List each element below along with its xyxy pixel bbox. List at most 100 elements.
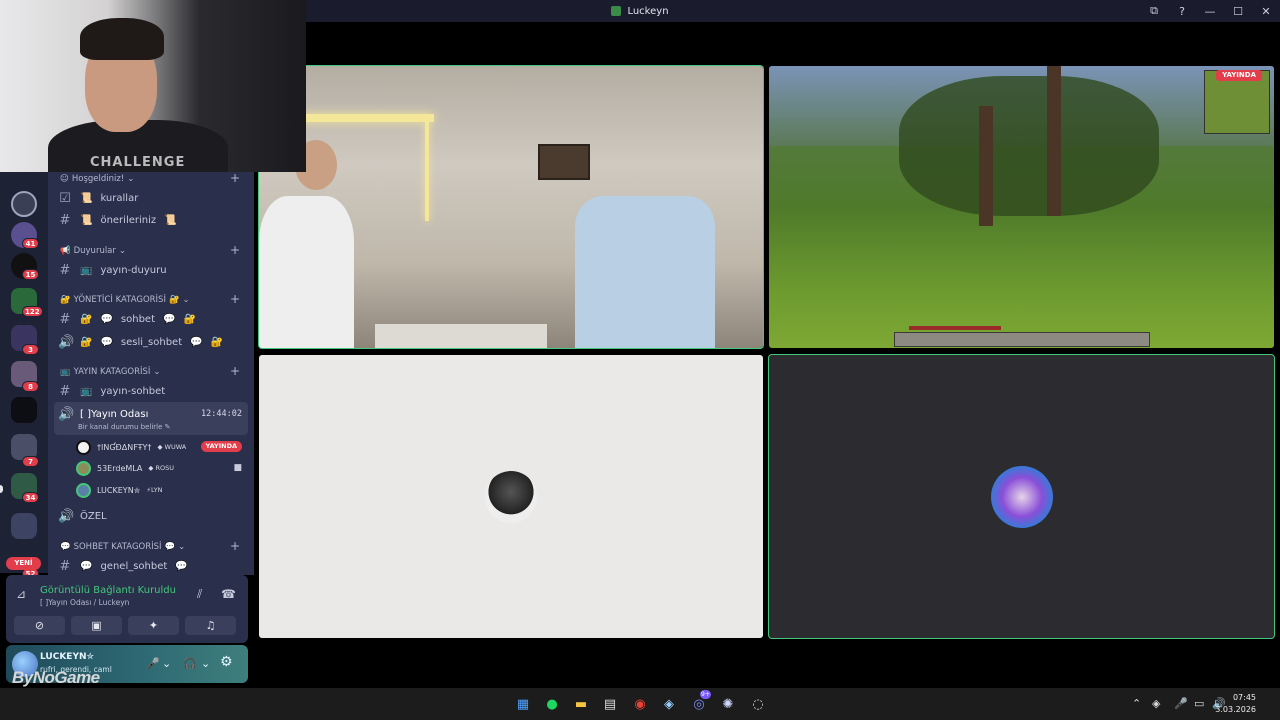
camera-off-button[interactable]: ⊘ [14, 616, 65, 635]
server-icon[interactable] [11, 397, 37, 423]
activities-button[interactable]: ✦ [128, 616, 179, 635]
category-duyurular[interactable]: 📢 Duyurular ⌄ [60, 246, 126, 256]
video-tile[interactable] [259, 355, 763, 638]
signal-icon[interactable]: ⊿ [16, 587, 26, 601]
category-sohbet[interactable]: 💬 SOHBET KATAGORİSİ 💬 ⌄ [60, 542, 185, 552]
video-tile[interactable] [258, 65, 764, 349]
unread-indicator [0, 485, 3, 493]
maximize-button[interactable]: ☐ [1224, 0, 1252, 22]
scroll-emoji-icon: 📜 [80, 192, 93, 204]
channel-yayin-duyuru[interactable]: # 📺 yayın-duyuru [58, 260, 167, 280]
chevron-up-icon[interactable]: ⌃ [1132, 697, 1141, 710]
chevron-down-icon: ⌄ [127, 174, 135, 184]
clock[interactable]: 07:45 3.03.2026 [1215, 692, 1256, 716]
spotify-icon[interactable]: ● [542, 694, 562, 714]
server-badge: 15 [22, 269, 39, 280]
lock-emoji-icon: 🔐 [80, 336, 93, 348]
app-icon[interactable]: ◌ [748, 694, 768, 714]
voice-status-subtitle[interactable]: [ ]Yayın Odası / Luckeyn [40, 598, 129, 607]
gear-icon[interactable]: ⚙ [220, 654, 233, 670]
folder-icon[interactable]: ▬ [571, 694, 591, 714]
minimize-button[interactable]: — [1196, 0, 1224, 22]
user-name[interactable]: LUCKEYN✮ [40, 652, 94, 662]
noise-suppression-icon[interactable]: ⫽ [197, 587, 202, 602]
server-badge: 122 [22, 306, 43, 317]
category-welcome[interactable]: ☺ Hoşgeldiniz! ⌄ [60, 174, 134, 184]
chevron-down-icon[interactable]: ⌄ [201, 657, 210, 670]
server-folder-icon[interactable] [11, 513, 37, 539]
server-icon[interactable] [11, 191, 37, 217]
avatar [76, 482, 91, 498]
category-yayin[interactable]: 📺 YAYIN KATAGORİSİ ⌄ [60, 367, 161, 377]
member-name: 53ErdeMLA [97, 463, 143, 473]
category-yonetici[interactable]: 🔐 YÖNETİCİ KATAGORİSİ 🔐 ⌄ [60, 295, 190, 305]
channel-label: sohbet [120, 313, 155, 325]
speech-emoji-icon: 💬 [163, 313, 176, 325]
microphone-icon[interactable]: 🎤 [146, 657, 160, 670]
display-icon[interactable]: ▭ [1194, 697, 1204, 710]
speaker-icon: 🔊 [58, 508, 75, 524]
megaphone-emoji-icon: 📢 [60, 246, 71, 256]
voice-timer: 12:44:02 [201, 409, 242, 419]
chrome-icon[interactable]: ◉ [630, 694, 650, 714]
server-logo-icon [611, 6, 622, 16]
channel-label: önerileriniz [100, 214, 157, 226]
person-figure [259, 196, 354, 348]
voice-member[interactable]: LUCKEYN✮ ⚡LYN [76, 480, 163, 500]
microphone-icon[interactable]: 🎤 [1174, 697, 1188, 710]
steam-tray-icon[interactable]: ◈ [1152, 697, 1160, 710]
soundboard-button[interactable]: ♫ [185, 616, 236, 635]
member-tag: ◆ ROSU [148, 464, 175, 472]
live-badge: YAYINDA [200, 441, 242, 452]
chevron-down-icon: ⌄ [182, 295, 190, 305]
add-channel-button[interactable]: + [230, 292, 240, 306]
tree-canopy [899, 76, 1159, 216]
lock-emoji-icon: 🔐 [210, 336, 224, 348]
voice-member[interactable]: 53ErdeMLA ◆ ROSU [76, 458, 174, 478]
category-label: Duyurular [73, 246, 116, 256]
member-name: †INƓĐΔΝFŦY† [97, 442, 152, 452]
scroll-emoji-icon: 📜 [164, 214, 177, 226]
app-icon[interactable]: ✺ [718, 694, 738, 714]
screen-share-button[interactable]: ▣ [71, 616, 122, 635]
speech-emoji-icon: 💬 [164, 542, 176, 552]
lock-emoji-icon: 🔐 [183, 313, 196, 325]
new-servers-pill[interactable]: YENİ [6, 557, 41, 570]
disconnect-icon[interactable]: ☎ [221, 587, 236, 601]
channel-status[interactable]: Bir kanal durumu belirle ✎ [78, 423, 171, 431]
start-icon[interactable]: ▦ [513, 694, 533, 714]
steam-icon[interactable]: ◈ [659, 694, 679, 714]
channel-kurallar[interactable]: ☑ 📜 kurallar [58, 188, 138, 208]
channel-yayin-odasi[interactable]: 🔊 [ ]Yayın Odası [58, 404, 148, 424]
add-channel-button[interactable]: + [230, 364, 240, 378]
video-tile-game-stream[interactable]: YAYINDA [769, 66, 1274, 348]
add-channel-button[interactable]: + [230, 171, 240, 185]
channel-sesli-sohbet[interactable]: 🔊 🔐 💬 sesli_sohbet 💬 🔐 [58, 332, 223, 352]
channel-ozel[interactable]: 🔊 ÖZEL [58, 506, 107, 526]
hash-icon: # [59, 383, 71, 399]
channel-genel-sohbet[interactable]: # 💬 genel_sohbet 💬 [58, 556, 188, 576]
channel-onerileriniz[interactable]: # 📜 önerileriniz 📜 [58, 210, 177, 230]
wall-painting [538, 144, 590, 180]
store-icon[interactable]: ▤ [600, 694, 620, 714]
close-button[interactable]: ✕ [1252, 0, 1280, 22]
channel-label: kurallar [100, 192, 139, 204]
tv-emoji-icon: 📺 [80, 385, 93, 397]
chevron-down-icon: ⌄ [153, 367, 161, 377]
add-channel-button[interactable]: + [230, 243, 240, 257]
video-tile[interactable] [768, 354, 1275, 639]
chevron-down-icon[interactable]: ⌄ [162, 657, 171, 670]
category-label: YAYIN KATAGORİSİ [73, 367, 151, 377]
help-icon[interactable]: ? [1168, 0, 1196, 22]
voice-member[interactable]: †INƓĐΔΝFŦY† ◆ WUWA [76, 437, 186, 457]
headphones-icon[interactable]: 🎧 [183, 657, 197, 670]
smile-emoji-icon: ☺ [60, 174, 69, 184]
led-strip [425, 121, 429, 221]
channel-yayin-sohbet[interactable]: # 📺 yayın-sohbet [58, 381, 166, 401]
voice-status-title[interactable]: Görüntülü Bağlantı Kuruldu [40, 585, 176, 596]
lock-emoji-icon: 🔐 [168, 295, 180, 305]
channel-sohbet[interactable]: # 🔐 💬 sohbet 💬 🔐 [58, 309, 196, 329]
add-channel-button[interactable]: + [230, 539, 240, 553]
inbox-icon[interactable]: ⧉ [1140, 0, 1168, 22]
avatar [76, 460, 91, 476]
